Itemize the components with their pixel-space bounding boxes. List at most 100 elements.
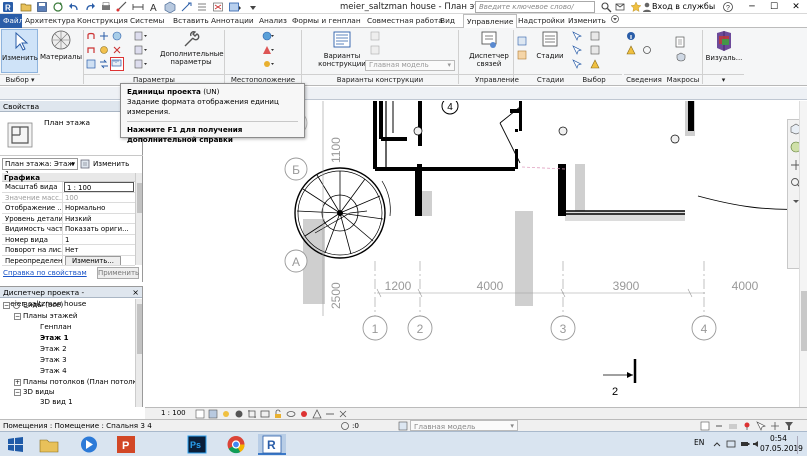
modify-button[interactable]: Изменить [1, 29, 38, 73]
mep-settings-icon[interactable] [134, 45, 148, 55]
location-icon[interactable] [262, 31, 276, 41]
dim-horizontal-2[interactable]: 4000 [477, 279, 504, 293]
login-button[interactable]: Вход в службы [652, 1, 715, 13]
section-marker[interactable]: 2 [603, 359, 637, 398]
snaps-icon[interactable] [86, 45, 96, 55]
tree-item-ceiling-plans[interactable]: + Планы потолков (План потолка) [14, 377, 140, 387]
search-icon[interactable] [600, 1, 612, 13]
subscription-icon[interactable] [614, 1, 626, 13]
tree-item-level-4[interactable]: Этаж 4 [40, 366, 67, 376]
pick-to-edit-icon[interactable] [370, 45, 380, 55]
tab-insert[interactable]: Вставить [170, 14, 212, 28]
measure-icon[interactable] [116, 1, 128, 13]
structural-settings-icon[interactable] [134, 31, 148, 41]
tree-item-all-views[interactable]: − Виды (все) [3, 300, 63, 310]
add-to-set-icon[interactable] [370, 31, 380, 41]
ids-of-selection-icon[interactable] [590, 45, 600, 55]
transfer-standards-icon[interactable] [99, 59, 109, 69]
visual-programming-button[interactable]: Визуаль... [704, 30, 744, 74]
open-icon[interactable] [20, 1, 32, 13]
design-option-select[interactable]: Главная модель ▾ [410, 420, 518, 431]
tab-massing-site[interactable]: Формы и генплан [289, 14, 364, 28]
additional-settings-button[interactable]: Дополнительные параметры [160, 30, 224, 74]
panel-schedules-icon[interactable] [134, 59, 148, 69]
object-styles-icon[interactable] [86, 31, 96, 41]
tab-view[interactable]: Вид [437, 14, 458, 28]
phases-button[interactable]: Стадии [535, 30, 565, 74]
prop-row[interactable]: Отображение ... Нормально [2, 203, 135, 214]
tree-item-3d-view-1[interactable]: 3D вид 1 [40, 397, 73, 407]
chrome-icon[interactable] [224, 434, 250, 455]
shared-parameters-icon[interactable] [99, 45, 109, 55]
global-parameters-icon[interactable] [112, 31, 122, 41]
prop-row[interactable]: Переопределен... Изменить... [2, 255, 135, 266]
coordinates-icon[interactable] [262, 45, 276, 55]
clock-time[interactable]: 0:54 [770, 434, 787, 443]
minimize-button[interactable]: ─ [741, 0, 763, 14]
tree-item-3d-views[interactable]: −3D виды [14, 387, 55, 397]
favorites-icon[interactable] [630, 1, 642, 13]
project-parameters-icon[interactable] [99, 31, 109, 41]
tree-item-site-plan[interactable]: Генплан [40, 322, 72, 332]
edit-selection-icon[interactable] [572, 59, 582, 69]
project-units-button[interactable] [110, 57, 124, 71]
close-hidden-icon[interactable] [212, 1, 224, 13]
tab-structure[interactable]: Конструкция [74, 14, 131, 28]
properties-scrollbar[interactable] [135, 173, 142, 265]
review-warnings-icon[interactable] [626, 45, 636, 55]
prop-row[interactable]: Уровень детали...Низкий [2, 213, 135, 224]
design-options-button[interactable]: Варианты конструкции [318, 30, 366, 74]
info-icon[interactable] [626, 31, 636, 41]
tab-architecture[interactable]: Архитектура [22, 14, 78, 28]
collapse-toggle[interactable]: − [3, 301, 10, 309]
tab-systems[interactable]: Системы [127, 14, 167, 28]
close-icon[interactable]: × [132, 287, 139, 298]
help-icon[interactable]: ? [722, 1, 734, 13]
revit-logo-icon[interactable]: R [2, 1, 14, 13]
undo-icon[interactable] [68, 1, 80, 13]
override-edit-button[interactable]: Изменить... [65, 255, 121, 265]
show-desktop-button[interactable] [797, 436, 805, 454]
tab-manage[interactable]: Управление [463, 14, 518, 29]
prop-row[interactable]: Масштаб вида 1 : 100 [2, 182, 135, 193]
dim-horizontal-4[interactable]: 4000 [732, 279, 759, 293]
expand-toggle[interactable]: + [14, 378, 21, 386]
view-instance-select[interactable]: План этажа: Этаж 1 ▾ [2, 158, 78, 178]
panel-label-visual-expand[interactable]: ▾ [703, 74, 744, 85]
room-tag-label[interactable]: 4 [447, 102, 453, 113]
links-manager-button[interactable]: Диспетчер связей [467, 30, 511, 74]
materials-button[interactable]: Материалы [40, 29, 82, 73]
dim-horizontal-3[interactable]: 3900 [613, 279, 640, 293]
grid-row-a[interactable]: А [292, 255, 300, 269]
tab-collaborate[interactable]: Совместная работа [364, 14, 446, 28]
photoshop-icon[interactable]: Ps [185, 434, 211, 455]
tree-item-level-1[interactable]: Этаж 1 [40, 333, 69, 343]
drawing-canvas[interactable]: 4 Б А 1100 2500 1200 4000 3900 4000 1 2 … [145, 101, 807, 407]
panel-label-select[interactable]: Выбор ▾ [0, 74, 40, 85]
powerpoint-icon[interactable]: P [114, 434, 140, 455]
browser-scrollbar[interactable] [135, 299, 142, 407]
main-model-select[interactable]: Главная модель ▾ [365, 60, 455, 71]
switch-windows-icon[interactable] [228, 1, 242, 13]
macro-security-icon[interactable] [676, 52, 686, 62]
start-button[interactable] [3, 434, 29, 455]
tab-addins[interactable]: Надстройки [515, 14, 568, 28]
dim-vertical-2[interactable]: 2500 [329, 282, 343, 309]
grid-col-4[interactable]: 4 [701, 322, 708, 336]
starting-view-icon[interactable] [517, 36, 527, 46]
battery-icon[interactable] [740, 439, 750, 451]
tree-item-level-3[interactable]: Этаж 3 [40, 355, 67, 365]
sync-icon[interactable] [52, 1, 64, 13]
3d-view-icon[interactable] [164, 1, 176, 14]
print-icon[interactable] [100, 1, 112, 13]
tab-modify[interactable]: Изменить [565, 14, 609, 28]
decal-types-icon[interactable] [517, 50, 527, 60]
user-icon[interactable] [642, 1, 652, 13]
grid-row-b[interactable]: Б [292, 163, 300, 177]
section-icon[interactable] [180, 1, 192, 13]
properties-help-link[interactable]: Справка по свойствам [3, 268, 87, 277]
tab-analyze[interactable]: Анализ [256, 14, 290, 28]
explorer-icon[interactable] [37, 434, 63, 455]
spiral-staircase[interactable] [294, 167, 386, 259]
tree-item-floor-plans[interactable]: − Планы этажей [14, 311, 77, 321]
